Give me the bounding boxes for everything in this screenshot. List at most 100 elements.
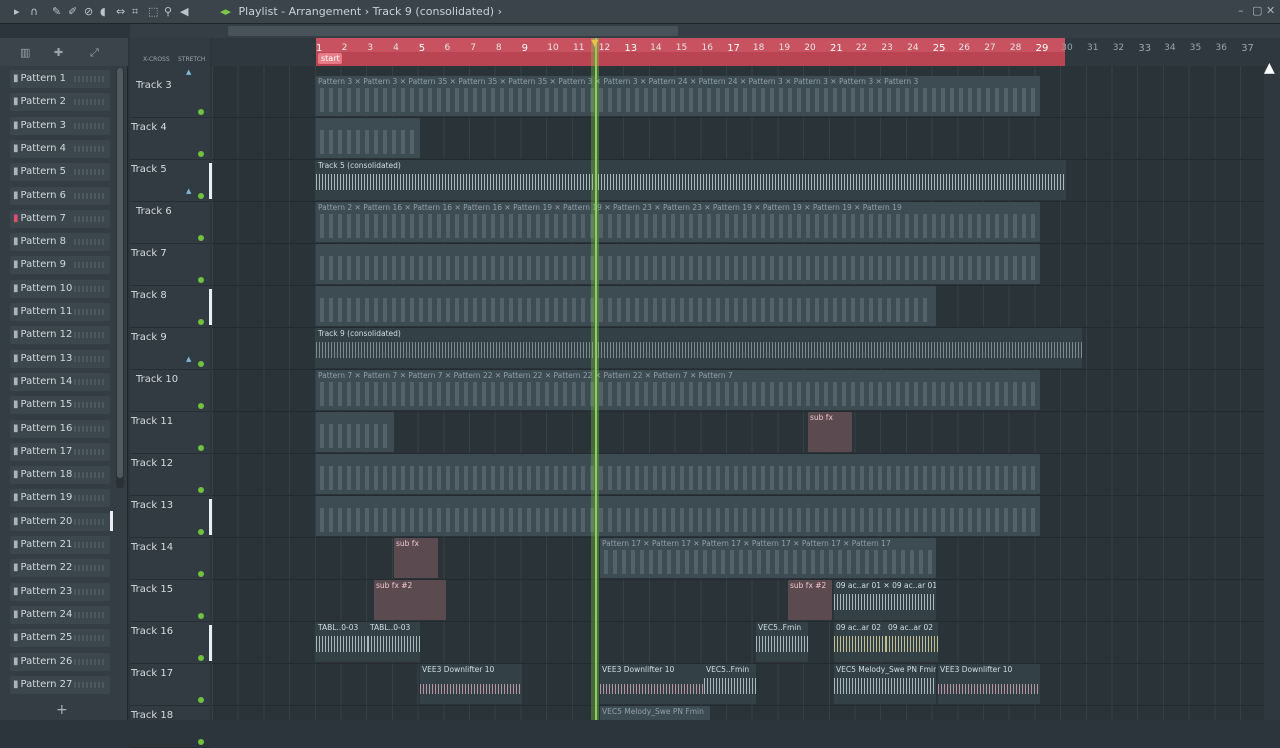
pattern-item[interactable]: ▮ Pattern 12 <box>10 326 110 345</box>
track-collapse-icon[interactable]: ▲ <box>186 68 191 76</box>
track-header[interactable]: Track 10 <box>130 370 210 412</box>
track-header[interactable]: Track 12 <box>130 454 210 496</box>
track-name[interactable]: Track 10 <box>136 374 178 385</box>
pattern-item[interactable]: ▮ Pattern 2 <box>10 93 110 112</box>
pattern-item[interactable]: ▮ Pattern 10 <box>10 279 110 298</box>
track-name[interactable]: Track 4 <box>131 122 167 133</box>
audio-clip[interactable]: VEE3 Downlifter 10 <box>938 664 1040 704</box>
track-mute-led[interactable] <box>198 487 204 493</box>
track-mute-led[interactable] <box>198 109 204 115</box>
playback-icon[interactable]: ◀ <box>180 6 188 18</box>
track-header[interactable]: Track 15 <box>130 580 210 622</box>
add-pattern-icon[interactable]: + <box>56 702 68 718</box>
track-name[interactable]: Track 16 <box>131 626 173 637</box>
start-marker[interactable]: start <box>318 53 342 64</box>
track-name[interactable]: Track 18 <box>131 710 173 721</box>
pattern-item[interactable]: ▮ Pattern 1 <box>10 70 110 88</box>
audio-clip[interactable]: sub fx #2 <box>788 580 832 620</box>
playhead[interactable] <box>595 38 597 720</box>
horizontal-scrollbar[interactable] <box>228 26 678 36</box>
track-header[interactable]: Track 14 <box>130 538 210 580</box>
delete-icon[interactable]: ⊘ <box>84 6 93 18</box>
track-name[interactable]: Track 14 <box>131 542 173 553</box>
menu-arrow-icon[interactable]: ▸ <box>14 6 20 18</box>
pattern-item[interactable]: ▮ Pattern 24 <box>10 605 110 624</box>
track-mute-led[interactable] <box>198 655 204 661</box>
track-mute-led[interactable] <box>198 151 204 157</box>
pattern-clip[interactable] <box>316 286 936 326</box>
audio-clip[interactable]: sub fx #2 <box>374 580 446 620</box>
track-mute-led[interactable] <box>198 697 204 703</box>
track-mute-led[interactable] <box>198 193 204 199</box>
pattern-view-icon[interactable]: ▥ <box>20 46 30 59</box>
track-mute-led[interactable] <box>198 529 204 535</box>
pattern-clip[interactable] <box>316 412 394 452</box>
pattern-item[interactable]: ▮ Pattern 8 <box>10 233 110 252</box>
pattern-item[interactable]: ▮ Pattern 4 <box>10 139 110 158</box>
playhead-marker-icon[interactable]: ▼ <box>591 38 599 49</box>
track-mute-led[interactable] <box>198 739 204 745</box>
pattern-item[interactable]: ▮ Pattern 18 <box>10 466 110 485</box>
pattern-item[interactable]: ▮ Pattern 23 <box>10 582 110 601</box>
minimize-icon[interactable]: – <box>1238 4 1244 17</box>
pattern-item[interactable]: ▮ Pattern 3 <box>10 116 110 135</box>
track-header[interactable]: Track 11 <box>130 412 210 454</box>
audio-clip[interactable]: TABL..0-03 <box>368 622 420 662</box>
pattern-clip[interactable]: Pattern 7 ✕ Pattern 7 ✕ Pattern 7 ✕ Patt… <box>316 370 1040 410</box>
track-mute-led[interactable] <box>198 319 204 325</box>
track-name[interactable]: Track 12 <box>131 458 173 469</box>
select-box-icon[interactable]: ⬚ <box>148 6 158 18</box>
track-header[interactable]: Track 6 <box>130 202 210 244</box>
select-icon[interactable]: ⌗ <box>132 6 138 18</box>
audio-clip[interactable]: sub fx <box>394 538 438 578</box>
pattern-clip[interactable]: Pattern 17 ✕ Pattern 17 ✕ Pattern 17 ✕ P… <box>600 538 936 578</box>
track-name[interactable]: Track 3 <box>136 80 172 91</box>
browser-scroll-thumb[interactable] <box>117 68 123 478</box>
track-collapse-icon[interactable]: ▲ <box>186 187 191 195</box>
track-header[interactable]: Track 7 <box>130 244 210 286</box>
pattern-item[interactable]: ▮ Pattern 6 <box>10 186 110 205</box>
track-header[interactable]: Track 5 ▲ <box>130 160 210 202</box>
pattern-item[interactable]: ▮ Pattern 5 <box>10 163 110 182</box>
track-mute-led[interactable] <box>198 445 204 451</box>
track-name[interactable]: Track 13 <box>131 500 173 511</box>
pattern-clip[interactable]: Pattern 2 ✕ Pattern 16 ✕ Pattern 16 ✕ Pa… <box>316 202 1040 242</box>
pattern-item[interactable]: ▮ Pattern 21 <box>10 536 110 554</box>
pattern-clip[interactable] <box>316 244 1040 284</box>
track-name[interactable]: Track 6 <box>136 206 172 217</box>
pattern-item[interactable]: ▮ Pattern 7 <box>10 209 110 228</box>
close-icon[interactable]: ✕ <box>1266 4 1275 17</box>
pattern-item[interactable]: ▮ Pattern 22 <box>10 559 110 578</box>
pattern-item[interactable]: ▮ Pattern 13 <box>10 349 110 368</box>
track-mute-led[interactable] <box>198 571 204 577</box>
play-icon[interactable]: ◂▸ <box>220 5 231 18</box>
track-header[interactable]: Track 8 <box>130 286 210 328</box>
paint-icon[interactable]: ✐ <box>68 6 77 18</box>
audio-clip[interactable]: 09 ac..ar 02 <box>834 622 886 662</box>
pattern-clip[interactable] <box>316 454 1040 494</box>
audio-clip[interactable]: sub fx <box>808 412 852 452</box>
pattern-item[interactable]: ▮ Pattern 17 <box>10 442 110 461</box>
pattern-item[interactable]: ▮ Pattern 11 <box>10 303 110 321</box>
audio-view-icon[interactable]: ✚ <box>54 46 63 59</box>
track-mute-led[interactable] <box>198 235 204 241</box>
crossfade-toggle[interactable]: X-CROSS <box>143 56 170 63</box>
track-mute-led[interactable] <box>198 403 204 409</box>
track-name[interactable]: Track 5 <box>131 164 167 175</box>
stretch-toggle[interactable]: STRETCH <box>178 56 205 63</box>
track-header[interactable]: Track 9 ▲ <box>130 328 210 370</box>
track-collapse-icon[interactable]: ▲ <box>186 355 191 363</box>
pattern-item[interactable]: ▮ Pattern 26 <box>10 652 110 671</box>
track-name[interactable]: Track 7 <box>131 248 167 259</box>
track-header[interactable]: Track 3 ▲ <box>130 68 210 118</box>
track-mute-led[interactable] <box>198 361 204 367</box>
track-name[interactable]: Track 9 <box>131 332 167 343</box>
magnet-icon[interactable]: ∩ <box>30 6 38 18</box>
mute-icon[interactable]: ◖ <box>100 6 106 18</box>
automation-view-icon[interactable]: ⤢ <box>90 46 99 60</box>
vertical-scrollbar[interactable] <box>1264 38 1280 720</box>
pattern-clip[interactable] <box>316 496 1040 536</box>
track-name[interactable]: Track 15 <box>131 584 173 595</box>
maximize-icon[interactable]: ▢ <box>1252 4 1262 17</box>
audio-clip[interactable]: TABL..0-03 <box>316 622 368 662</box>
